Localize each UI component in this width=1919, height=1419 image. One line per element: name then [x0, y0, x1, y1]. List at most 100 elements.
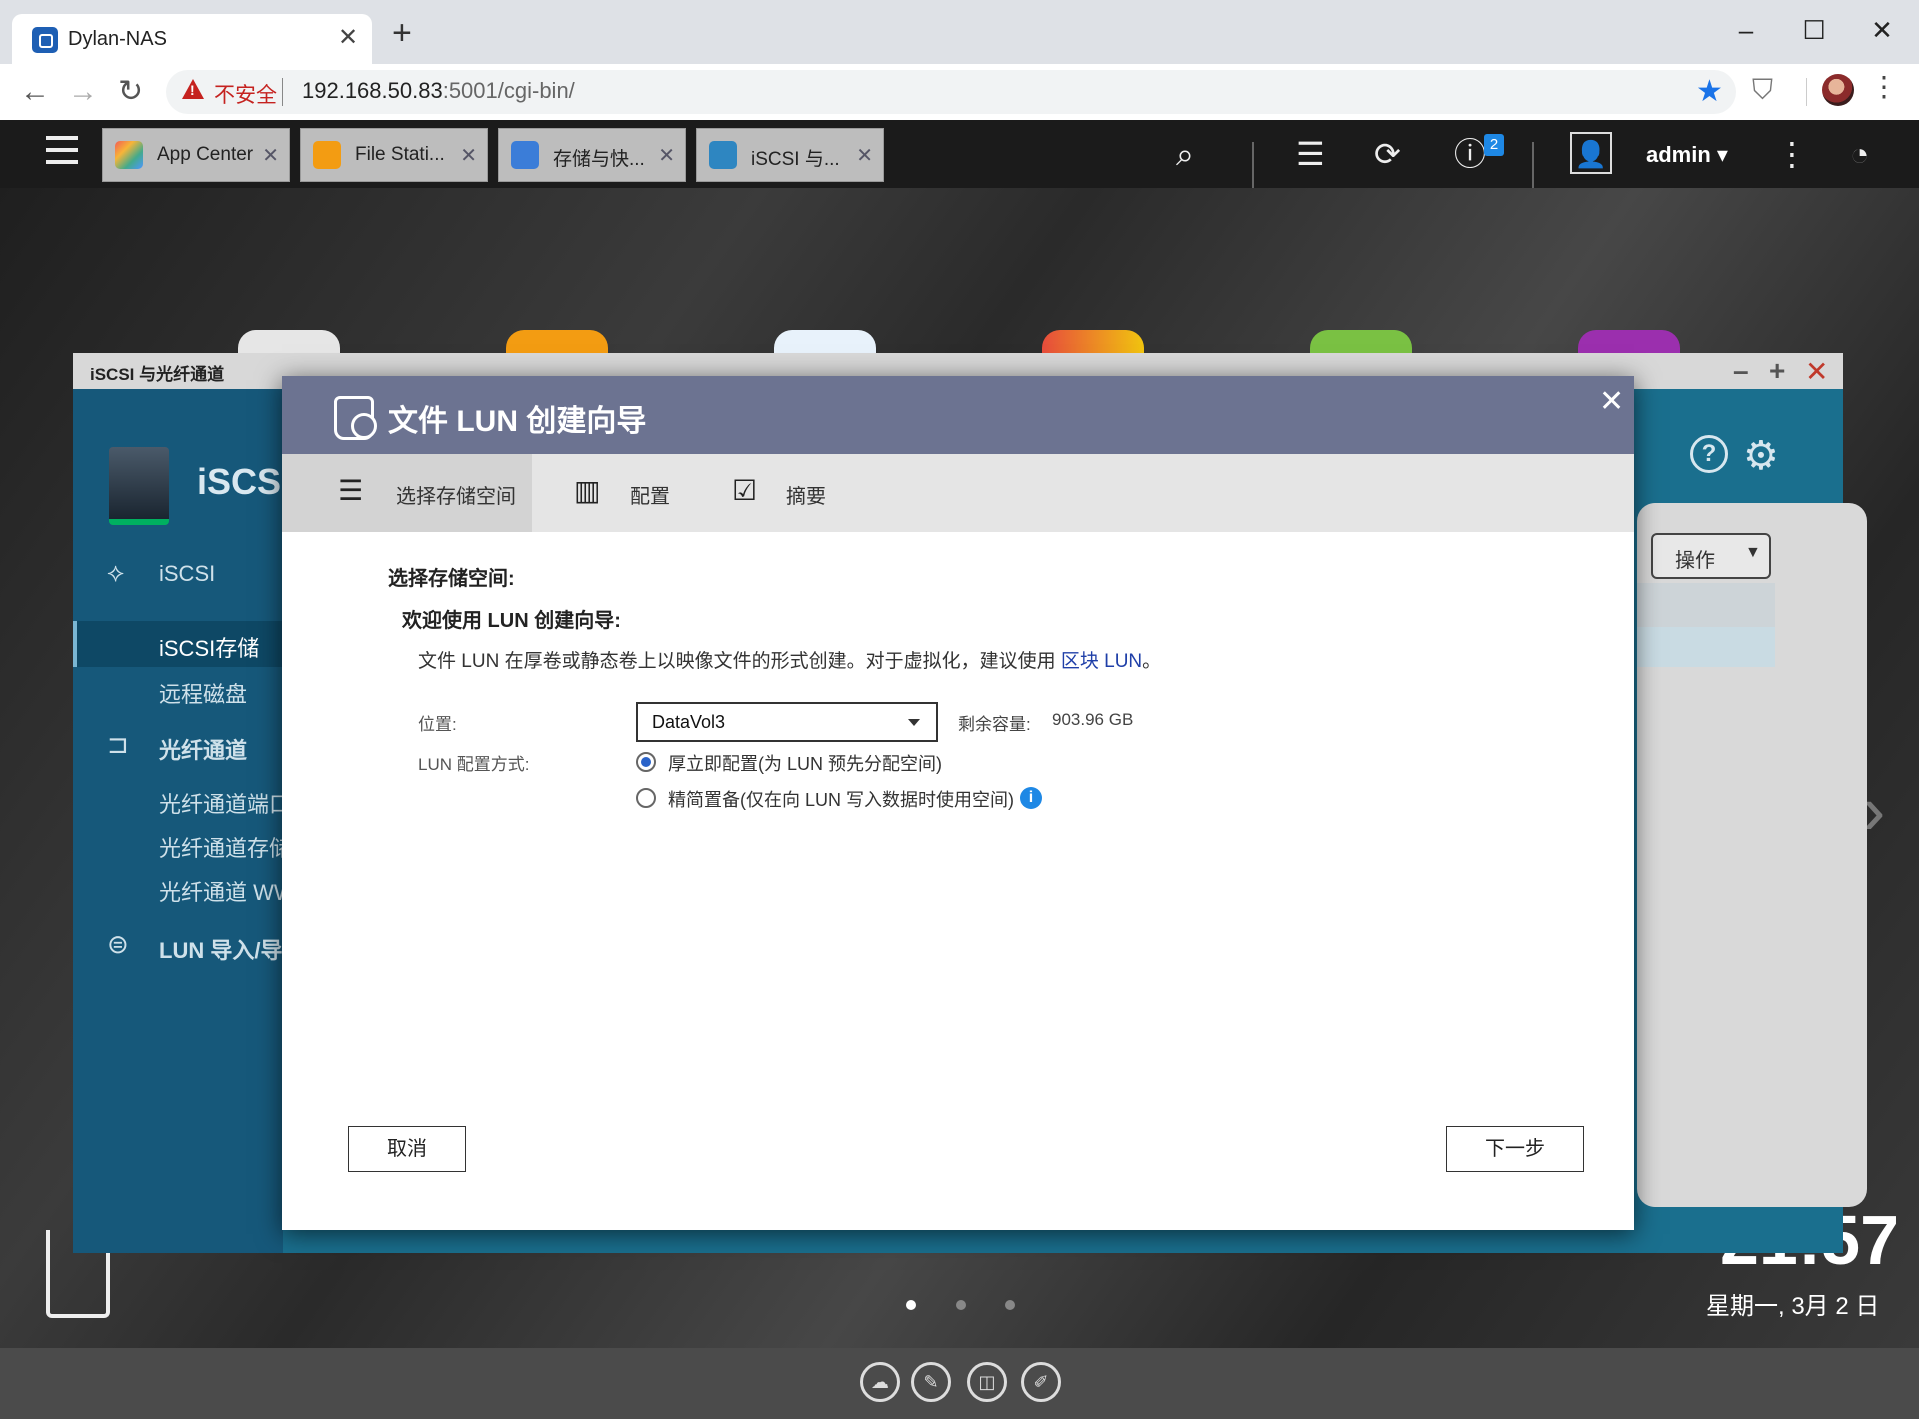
table-row[interactable]	[1637, 583, 1775, 627]
list-icon: ☰	[338, 475, 364, 506]
qnap-favicon-icon	[32, 27, 58, 53]
apptab-storage[interactable]: 存储与快... ✕	[498, 128, 686, 182]
more-options-icon[interactable]: ⋮	[1776, 134, 1808, 174]
browser-toolbar: ← → ↻ 不安全 192.168.50.83:5001/cgi-bin/ ★ …	[0, 64, 1919, 121]
remaining-capacity-label: 剩余容量:	[958, 715, 1031, 734]
apptab-close-icon[interactable]: ✕	[460, 143, 477, 168]
notification-info-icon[interactable]: ⓘ	[1454, 134, 1486, 174]
sidebar-item-iscsi-storage[interactable]: iSCSI存储	[159, 631, 259, 663]
window-maximize-icon[interactable]: +	[1769, 355, 1785, 387]
insecure-label: 不安全	[214, 84, 277, 107]
wizard-header: 文件 LUN 创建向导 ✕	[282, 376, 1634, 454]
thick-provision-radio[interactable]	[636, 752, 656, 772]
thin-provision-label: 精简置备(仅在向 LUN 写入数据时使用空间)	[668, 790, 1014, 810]
back-arrow-icon[interactable]: ←	[20, 72, 50, 112]
sidebar-header-lun-import[interactable]: LUN 导入/导	[159, 933, 282, 965]
toolbar-separator	[1806, 78, 1807, 106]
apptab-label: 存储与快...	[553, 149, 645, 170]
tab-close-icon[interactable]: ✕	[338, 23, 358, 52]
minimize-window-button[interactable]: –	[1726, 10, 1766, 50]
external-device-icon[interactable]: ⟳	[1374, 134, 1401, 174]
extension-shield-icon[interactable]: ⛉	[1752, 74, 1773, 107]
profile-avatar[interactable]	[1822, 74, 1854, 106]
notification-count-badge: 2	[1484, 134, 1504, 156]
user-avatar-icon[interactable]: 👤	[1570, 132, 1612, 174]
bookmark-star-icon[interactable]: ★	[1696, 74, 1723, 109]
iscsi-header-icon: ⟡	[107, 557, 125, 587]
gear-icon[interactable]: ⚙	[1743, 433, 1779, 479]
desktop-page-dot[interactable]	[1005, 1300, 1015, 1310]
browser-tab[interactable]: Dylan-NAS ✕	[12, 14, 372, 66]
sidebar-header-fc[interactable]: 光纤通道	[159, 733, 247, 765]
background-tasks-icon[interactable]: ☰	[1296, 134, 1325, 174]
notes-icon[interactable]: ✐	[1021, 1362, 1061, 1402]
apptab-iscsi[interactable]: iSCSI 与... ✕	[696, 128, 884, 182]
username: admin	[1646, 142, 1711, 167]
apptab-close-icon[interactable]: ✕	[262, 143, 279, 168]
table-row[interactable]	[1637, 627, 1775, 667]
url-path: :5001/cgi-bin/	[442, 78, 575, 103]
browser-menu-icon[interactable]: ⋮	[1870, 70, 1898, 103]
apptab-close-icon[interactable]: ✕	[658, 143, 675, 168]
close-window-button[interactable]: ✕	[1862, 10, 1902, 50]
user-menu[interactable]: admin ▾	[1646, 142, 1728, 168]
location-label: 位置:	[418, 715, 457, 734]
dashboard-gauge-icon[interactable]: ◔	[1850, 134, 1869, 174]
window-close-icon[interactable]: ✕	[1805, 355, 1828, 388]
cancel-button[interactable]: 取消	[348, 1126, 466, 1172]
maximize-window-button[interactable]: ☐	[1794, 10, 1834, 50]
wizard-title: 文件 LUN 创建向导	[388, 405, 647, 438]
url-text[interactable]: 192.168.50.83:5001/cgi-bin/	[302, 78, 575, 104]
window-minimize-icon[interactable]: –	[1733, 355, 1749, 387]
search-icon[interactable]: ⌕	[1176, 134, 1194, 174]
warning-icon	[182, 79, 204, 99]
apptab-label: File Stati...	[355, 144, 445, 165]
sidebar-item-remote-disk[interactable]: 远程磁盘	[159, 677, 247, 709]
next-button[interactable]: 下一步	[1446, 1126, 1584, 1172]
new-tab-button[interactable]: +	[392, 16, 412, 50]
location-select[interactable]: DataVol3	[636, 702, 938, 742]
apptab-label: App Center	[157, 144, 254, 165]
myqnapcloud-icon[interactable]: ☁	[860, 1362, 900, 1402]
lun-import-icon: ⊜	[107, 929, 129, 959]
apptab-file-station[interactable]: File Stati... ✕	[300, 128, 488, 182]
taskbar-separator	[1252, 142, 1254, 188]
block-lun-link[interactable]: 区块 LUN	[1061, 651, 1142, 672]
sidebar-item-fc-wwpn[interactable]: 光纤通道 WW	[159, 875, 295, 907]
description-body: 文件 LUN 在厚卷或静态卷上以映像文件的形式创建。对于虚拟化，建议使用	[418, 651, 1056, 672]
forward-arrow-icon[interactable]: →	[68, 72, 98, 112]
iscsi-server-icon	[109, 447, 169, 525]
thin-provision-radio[interactable]	[636, 788, 656, 808]
iscsi-sidebar: iSCSI ⟡ iSCSI iSCSI存储 远程磁盘 ⊐ 光纤通道 光纤通道端口…	[73, 389, 295, 1253]
thick-provision-label: 厚立即配置(为 LUN 预先分配空间)	[668, 754, 942, 774]
action-dropdown-button[interactable]: 操作 ▼	[1651, 533, 1771, 579]
utility-icon[interactable]: ✎	[911, 1362, 951, 1402]
step-configure: 配置	[630, 486, 670, 508]
reload-icon[interactable]: ↻	[118, 72, 143, 112]
info-icon[interactable]: i	[1020, 787, 1042, 809]
chevron-down-icon	[908, 719, 920, 726]
remaining-capacity-value: 903.96 GB	[1052, 710, 1134, 729]
iscsi-app-icon	[709, 141, 737, 169]
main-menu-icon[interactable]	[46, 136, 78, 172]
chevron-down-icon: ▼	[1745, 544, 1761, 561]
summary-clipboard-icon: ☑	[732, 475, 758, 506]
apptab-close-icon[interactable]: ✕	[856, 143, 873, 168]
sidebar-item-fc-storage[interactable]: 光纤通道存储	[159, 831, 291, 863]
apptab-app-center[interactable]: App Center ✕	[102, 128, 290, 182]
iscsi-window-title: iSCSI 与光纤通道	[90, 365, 225, 384]
action-button-label: 操作	[1675, 550, 1715, 572]
sidebar-item-fc-ports[interactable]: 光纤通道端口	[159, 787, 291, 819]
section-title: 选择存储空间:	[388, 568, 515, 590]
desktop-page-dot[interactable]	[906, 1300, 916, 1310]
help-icon[interactable]: ?	[1690, 435, 1728, 473]
step-summary: 摘要	[786, 486, 826, 508]
sidebar-header-iscsi[interactable]: iSCSI	[159, 561, 215, 587]
storage-icon	[511, 141, 539, 169]
desktop-page-dot[interactable]	[956, 1300, 966, 1310]
app-center-icon	[115, 141, 143, 169]
address-bar[interactable]: 不安全 192.168.50.83:5001/cgi-bin/ ★	[166, 70, 1736, 114]
iscsi-logo-text: iSCSI	[197, 461, 292, 502]
helpdesk-icon[interactable]: ◫	[967, 1362, 1007, 1402]
close-icon[interactable]: ✕	[1599, 384, 1624, 419]
